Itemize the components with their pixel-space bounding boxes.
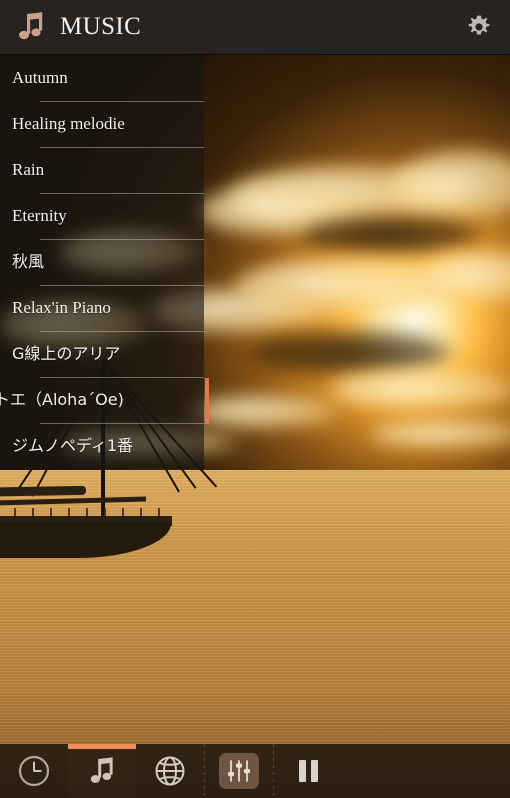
track-title: Eternity xyxy=(12,206,67,225)
music-note-icon xyxy=(85,754,119,788)
list-item[interactable]: Autumn xyxy=(0,55,204,101)
list-item[interactable]: Healing melodie xyxy=(0,101,204,147)
nav-item-equalizer[interactable] xyxy=(205,744,273,798)
page-title: MUSIC xyxy=(60,13,142,40)
music-note-icon xyxy=(14,10,48,44)
track-title: G線上のアリア xyxy=(12,344,121,363)
nav-item-pause[interactable] xyxy=(274,744,342,798)
list-item[interactable]: 秋風 xyxy=(0,239,204,285)
cloud xyxy=(190,395,340,429)
music-player-screen: MUSIC Autumn Healing melodie Rain Eterni… xyxy=(0,0,510,798)
cloud xyxy=(330,370,510,410)
list-item[interactable]: ジムノペディ1番 xyxy=(0,423,204,469)
list-item[interactable]: Eternity xyxy=(0,193,204,239)
clock-icon xyxy=(17,754,51,788)
track-list[interactable]: Autumn Healing melodie Rain Eternity 秋風 … xyxy=(0,55,204,469)
nav-item-timer[interactable] xyxy=(0,744,68,798)
track-title: 秋風 xyxy=(12,252,45,271)
app-header: MUSIC xyxy=(0,0,510,55)
track-title: Healing melodie xyxy=(12,114,125,133)
list-item[interactable]: G線上のアリア xyxy=(0,331,204,377)
nav-item-internet[interactable] xyxy=(136,744,204,798)
track-title: トエ（Aloha´Oe) xyxy=(0,390,124,409)
globe-icon xyxy=(153,754,187,788)
track-title: ジムノペディ1番 xyxy=(12,436,134,455)
active-tab-indicator xyxy=(68,744,136,749)
track-title: Rain xyxy=(12,160,45,179)
scrollbar-thumb[interactable] xyxy=(205,378,209,424)
list-item[interactable]: Rain xyxy=(0,147,204,193)
equalizer-icon xyxy=(219,753,259,789)
gear-icon[interactable] xyxy=(464,12,494,42)
nav-item-music[interactable] xyxy=(68,744,136,798)
bottom-navigation xyxy=(0,744,510,798)
list-item[interactable]: トエ（Aloha´Oe) xyxy=(0,377,204,423)
list-item[interactable]: Relax'in Piano xyxy=(0,285,204,331)
cloud xyxy=(300,215,480,255)
track-title: Autumn xyxy=(12,68,68,87)
pause-icon xyxy=(298,760,318,782)
track-title: Relax'in Piano xyxy=(12,298,111,317)
scrollbar[interactable] xyxy=(205,55,209,470)
